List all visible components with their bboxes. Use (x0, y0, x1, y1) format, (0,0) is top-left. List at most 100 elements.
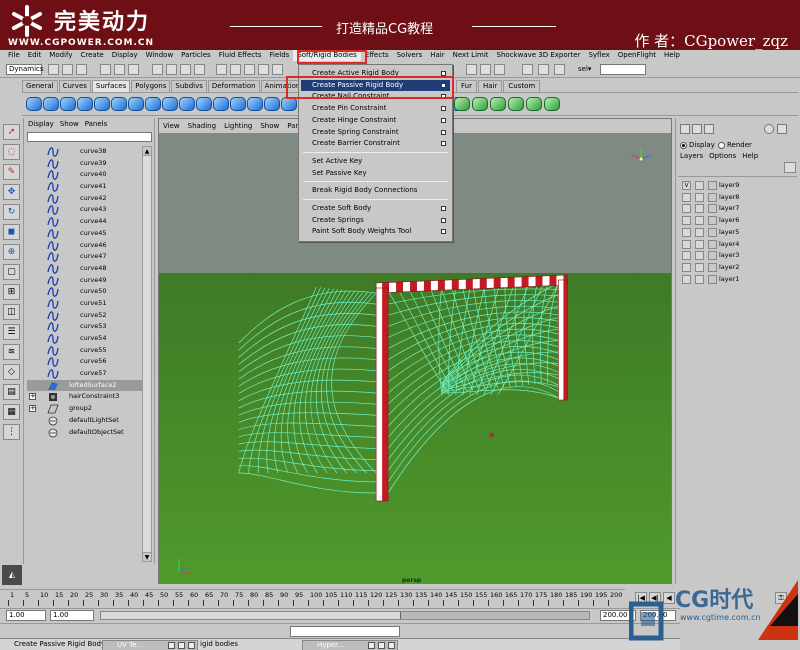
range-slider-thumb[interactable] (101, 612, 401, 619)
fluid-icon[interactable] (526, 97, 542, 111)
menu-item-create-pin-constraint[interactable]: Create Pin Constraint (301, 103, 450, 114)
goal-post-right[interactable] (558, 279, 568, 401)
visibility-toggle[interactable] (682, 274, 691, 284)
new-layer-icon[interactable] (777, 124, 787, 134)
menu-item-set-passive-key[interactable]: Set Passive Key (301, 168, 450, 179)
snap-point-icon[interactable] (244, 64, 255, 75)
option-box-icon[interactable] (441, 129, 446, 135)
tab-hair[interactable]: Hair (477, 80, 503, 92)
visibility-toggle[interactable]: V (682, 181, 691, 190)
render-icon[interactable] (466, 64, 477, 75)
outliner-item[interactable]: curve57 (27, 368, 143, 380)
layout-four-icon[interactable]: ⊞ (3, 284, 20, 300)
menu-item-create-springs[interactable]: Create Springs (301, 215, 450, 226)
manipulator-icon[interactable]: ⊕ (3, 244, 20, 260)
layer-color-swatch[interactable] (708, 204, 717, 214)
menu-particles[interactable]: Particles (177, 50, 215, 61)
layer-color-swatch[interactable] (708, 239, 717, 249)
planar-icon[interactable] (213, 97, 229, 111)
menu-set-select[interactable]: Dynamics (6, 64, 44, 75)
layout-split-icon[interactable]: ◫ (3, 304, 20, 320)
close-icon[interactable] (188, 642, 195, 649)
minimize-icon[interactable] (168, 642, 175, 649)
outliner-item[interactable]: curve52 (27, 310, 143, 322)
option-box-icon[interactable] (441, 229, 446, 235)
layout-custom-icon[interactable]: ▦ (3, 404, 20, 420)
menu-shockwave-3d-exporter[interactable]: Shockwave 3D Exporter (493, 50, 585, 61)
particle-icon[interactable] (472, 97, 488, 111)
circle-icon[interactable] (128, 97, 144, 111)
viewport-menu-view[interactable]: View (163, 119, 180, 133)
outliner-item[interactable]: curve40 (27, 169, 143, 181)
option-box-icon[interactable] (441, 106, 446, 112)
outliner-item[interactable]: curve45 (27, 228, 143, 240)
menu-syflex[interactable]: Syflex (584, 50, 613, 61)
outliner-item[interactable]: curve49 (27, 275, 143, 287)
square-icon[interactable] (145, 97, 161, 111)
expand-icon[interactable]: + (29, 405, 36, 413)
display-radio[interactable]: Display (680, 141, 715, 149)
mask-icon[interactable] (194, 64, 205, 75)
visibility-toggle[interactable] (682, 262, 691, 272)
layer-color-swatch[interactable] (708, 262, 717, 272)
template-toggle[interactable] (695, 262, 704, 272)
rotate-tool-icon[interactable]: ↻ (3, 204, 20, 220)
layer-row[interactable]: layer2 (680, 262, 792, 273)
menu-window[interactable]: Window (142, 50, 178, 61)
menu-item-create-hinge-constraint[interactable]: Create Hinge Constraint (301, 115, 450, 126)
menu-display[interactable]: Display (108, 50, 142, 61)
outliner-scrollbar[interactable]: ▲ ▼ (142, 146, 152, 562)
range-slider[interactable] (100, 611, 590, 620)
attribute-icon[interactable] (692, 124, 702, 134)
menu-next-limit[interactable]: Next Limit (449, 50, 493, 61)
layer-menu-layers[interactable]: Layers (680, 152, 703, 160)
snap-grid-icon[interactable] (216, 64, 227, 75)
option-box-icon[interactable] (441, 217, 446, 223)
create-layer-icon[interactable] (764, 124, 774, 134)
tab-curves[interactable]: Curves (58, 80, 91, 92)
outliner-item[interactable]: defaultObjectSet (27, 427, 143, 439)
mask-icon[interactable] (166, 64, 177, 75)
outliner-menu-show[interactable]: Show (60, 118, 79, 131)
loft-icon[interactable] (162, 97, 178, 111)
menu-item-break-rigid-body-connections[interactable]: Break Rigid Body Connections (301, 185, 450, 196)
outliner-menu-panels[interactable]: Panels (85, 118, 108, 131)
select-tool-icon[interactable]: ➚ (3, 124, 20, 140)
outliner-item[interactable]: curve55 (27, 345, 143, 357)
menu-item-create-spring-constraint[interactable]: Create Spring Constraint (301, 127, 450, 138)
outliner-item[interactable]: curve54 (27, 333, 143, 345)
maximize-icon[interactable] (378, 642, 385, 649)
render-globals-icon[interactable] (494, 64, 505, 75)
outliner-item[interactable]: curve38 (27, 146, 143, 158)
goal-post-left[interactable] (375, 287, 389, 502)
menu-item-create-soft-body[interactable]: Create Soft Body (301, 203, 450, 214)
layout-more-icon[interactable]: ⋮ (3, 424, 20, 440)
ipr-render-icon[interactable] (480, 64, 491, 75)
extrude-icon[interactable] (196, 97, 212, 111)
close-icon[interactable] (388, 642, 395, 649)
template-toggle[interactable] (695, 216, 704, 226)
menu-openflight[interactable]: OpenFlight (614, 50, 660, 61)
cylinder-icon[interactable] (60, 97, 76, 111)
outliner-item[interactable]: curve48 (27, 263, 143, 275)
tab-subdivs[interactable]: Subdivs (171, 80, 207, 92)
minimize-icon[interactable] (368, 642, 375, 649)
outliner-item[interactable]: curve46 (27, 240, 143, 252)
layer-color-swatch[interactable] (708, 227, 717, 237)
template-toggle[interactable] (695, 204, 704, 214)
visibility-toggle[interactable] (682, 192, 691, 202)
layer-row[interactable]: layer5 (680, 227, 792, 238)
boundary-icon[interactable] (247, 97, 263, 111)
outliner-item[interactable]: curve53 (27, 321, 143, 333)
render-radio[interactable]: Render (718, 141, 752, 149)
outliner-item[interactable]: curve44 (27, 216, 143, 228)
layer-editor-icon[interactable] (704, 124, 714, 134)
menu-solvers[interactable]: Solvers (393, 50, 427, 61)
tab-polygons[interactable]: Polygons (131, 80, 171, 92)
menu-fields[interactable]: Fields (266, 50, 294, 61)
sphere-icon[interactable] (26, 97, 42, 111)
visibility-toggle[interactable] (682, 251, 691, 261)
outliner-item[interactable]: curve51 (27, 298, 143, 310)
menu-help[interactable]: Help (660, 50, 684, 61)
nucleus-icon[interactable] (454, 97, 470, 111)
